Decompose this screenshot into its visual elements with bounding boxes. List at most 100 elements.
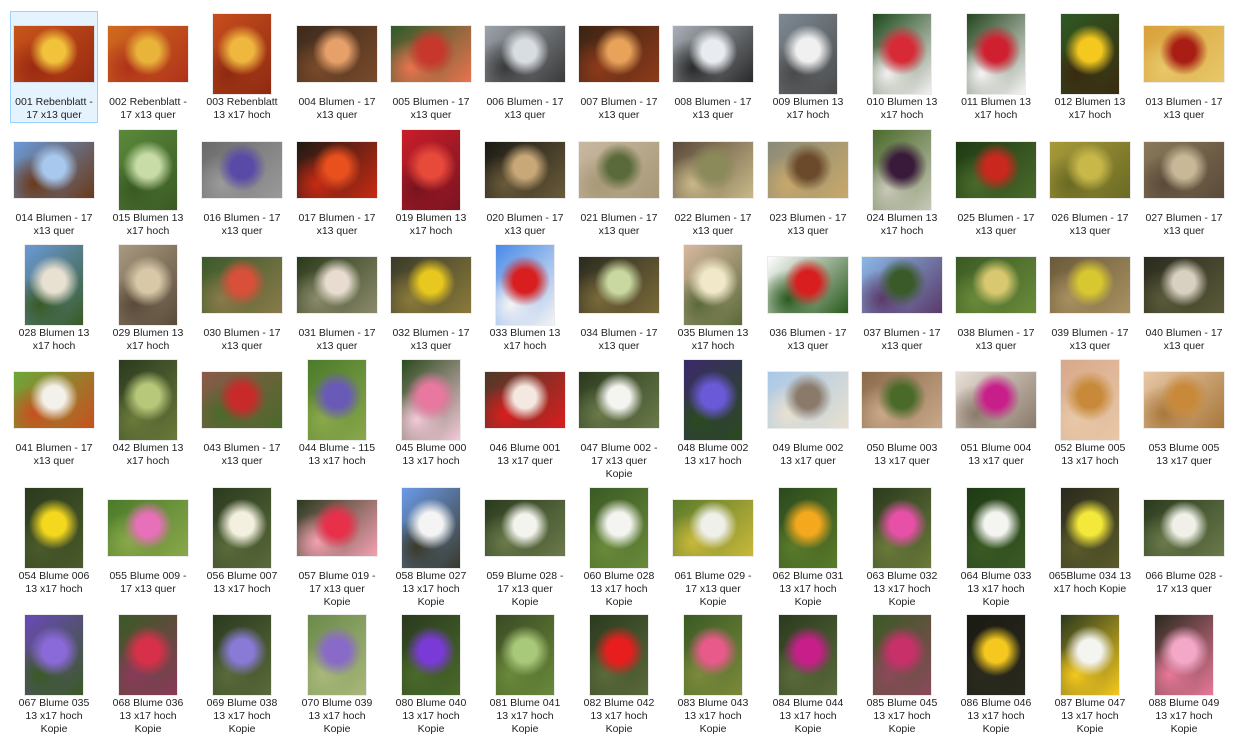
thumbnail-area <box>576 128 662 212</box>
file-item[interactable]: 069 Blume 038 13 x17 hoch Kopie <box>199 613 285 736</box>
file-item[interactable]: 070 Blume 039 13 x17 hoch Kopie <box>294 613 380 736</box>
file-name-label: 045 Blume 000 13 x17 hoch <box>395 442 467 467</box>
file-item[interactable]: 060 Blume 028 13 x17 hoch Kopie <box>576 486 662 609</box>
file-item[interactable]: 017 Blumen - 17 x13 quer <box>294 128 380 238</box>
file-item[interactable]: 042 Blumen 13 x17 hoch <box>105 358 191 468</box>
file-item[interactable]: 032 Blumen - 17 x13 quer <box>388 243 474 353</box>
file-item[interactable]: 087 Blume 047 13 x17 hoch Kopie <box>1047 613 1133 736</box>
file-name-label: 017 Blumen - 17 x13 quer <box>298 212 376 237</box>
file-item[interactable]: 080 Blume 040 13 x17 hoch Kopie <box>388 613 474 736</box>
image-thumbnail <box>297 142 377 198</box>
file-name-label: 019 Blumen 13 x17 hoch <box>395 212 467 237</box>
file-item[interactable]: 052 Blume 005 13 x17 hoch <box>1047 358 1133 468</box>
file-item[interactable]: 058 Blume 027 13 x17 hoch Kopie <box>388 486 474 609</box>
file-item[interactable]: 039 Blumen - 17 x13 quer <box>1047 243 1133 353</box>
file-item[interactable]: 034 Blumen - 17 x13 quer <box>576 243 662 353</box>
file-item[interactable]: 048 Blume 002 13 x17 hoch <box>670 358 756 468</box>
file-item[interactable]: 085 Blume 045 13 x17 hoch Kopie <box>859 613 945 736</box>
file-name-label: 001 Rebenblatt - 17 x13 quer <box>15 96 93 121</box>
file-item[interactable]: 029 Blumen 13 x17 hoch <box>105 243 191 353</box>
file-item[interactable]: 068 Blume 036 13 x17 hoch Kopie <box>105 613 191 736</box>
file-item[interactable]: 067 Blume 035 13 x17 hoch Kopie <box>11 613 97 736</box>
file-item[interactable]: 081 Blume 041 13 x17 hoch Kopie <box>482 613 568 736</box>
file-item[interactable]: 038 Blumen - 17 x13 quer <box>953 243 1039 353</box>
file-item[interactable]: 051 Blume 004 13 x17 quer <box>953 358 1039 468</box>
file-item[interactable]: 066 Blume 028 - 17 x13 quer <box>1141 486 1227 596</box>
file-item[interactable]: 003 Rebenblatt 13 x17 hoch <box>199 12 285 122</box>
file-item[interactable]: 061 Blume 029 - 17 x13 quer Kopie <box>670 486 756 609</box>
thumbnail-area <box>953 12 1039 96</box>
thumbnail-area <box>1141 613 1227 697</box>
file-item[interactable]: 005 Blumen - 17 x13 quer <box>388 12 474 122</box>
file-item[interactable]: 059 Blume 028 - 17 x13 quer Kopie <box>482 486 568 609</box>
file-item[interactable]: 025 Blumen - 17 x13 quer <box>953 128 1039 238</box>
file-item[interactable]: 043 Blumen - 17 x13 quer <box>199 358 285 468</box>
file-item[interactable]: 028 Blumen 13 x17 hoch <box>11 243 97 353</box>
image-thumbnail <box>485 372 565 428</box>
file-item[interactable]: 024 Blumen 13 x17 hoch <box>859 128 945 238</box>
file-item[interactable]: 062 Blume 031 13 x17 hoch Kopie <box>765 486 851 609</box>
file-item[interactable]: 041 Blumen - 17 x13 quer <box>11 358 97 468</box>
file-item[interactable]: 083 Blume 043 13 x17 hoch Kopie <box>670 613 756 736</box>
file-item[interactable]: 004 Blumen - 17 x13 quer <box>294 12 380 122</box>
file-item[interactable]: 015 Blumen 13 x17 hoch <box>105 128 191 238</box>
file-item[interactable]: 035 Blumen 13 x17 hoch <box>670 243 756 353</box>
file-item[interactable]: 033 Blumen 13 x17 hoch <box>482 243 568 353</box>
file-item[interactable]: 063 Blume 032 13 x17 hoch Kopie <box>859 486 945 609</box>
file-item[interactable]: 050 Blume 003 13 x17 quer <box>859 358 945 468</box>
thumbnail-area <box>105 12 191 96</box>
thumbnail-area <box>576 358 662 442</box>
file-item[interactable]: 064 Blume 033 13 x17 hoch Kopie <box>953 486 1039 609</box>
file-item[interactable]: 056 Blume 007 13 x17 hoch <box>199 486 285 596</box>
file-item[interactable]: 013 Blumen - 17 x13 quer <box>1141 12 1227 122</box>
file-item[interactable]: 054 Blume 006 13 x17 hoch <box>11 486 97 596</box>
thumbnail-area <box>765 358 851 442</box>
file-item[interactable]: 026 Blumen - 17 x13 quer <box>1047 128 1133 238</box>
file-item[interactable]: 049 Blume 002 13 x17 quer <box>765 358 851 468</box>
file-item[interactable]: 084 Blume 044 13 x17 hoch Kopie <box>765 613 851 736</box>
thumbnail-area <box>765 12 851 96</box>
image-thumbnail <box>579 26 659 82</box>
file-item[interactable]: 040 Blumen - 17 x13 quer <box>1141 243 1227 353</box>
file-item[interactable]: 022 Blumen - 17 x13 quer <box>670 128 756 238</box>
file-item[interactable]: 065Blume 034 13 x17 hoch Kopie <box>1047 486 1133 596</box>
file-item[interactable]: 014 Blumen - 17 x13 quer <box>11 128 97 238</box>
image-thumbnail <box>297 26 377 82</box>
file-item[interactable]: 001 Rebenblatt - 17 x13 quer <box>10 11 98 123</box>
thumbnail-area <box>11 243 97 327</box>
file-item[interactable]: 008 Blumen - 17 x13 quer <box>670 12 756 122</box>
file-item[interactable]: 011 Blumen 13 x17 hoch <box>953 12 1039 122</box>
file-item[interactable]: 016 Blumen - 17 x13 quer <box>199 128 285 238</box>
file-item[interactable]: 020 Blumen - 17 x13 quer <box>482 128 568 238</box>
file-item[interactable]: 027 Blumen - 17 x13 quer <box>1141 128 1227 238</box>
file-item[interactable]: 031 Blumen - 17 x13 quer <box>294 243 380 353</box>
file-item[interactable]: 044 Blume - 115 13 x17 hoch <box>294 358 380 468</box>
thumbnail-area <box>953 613 1039 697</box>
file-item[interactable]: 002 Rebenblatt - 17 x13 quer <box>105 12 191 122</box>
file-item[interactable]: 012 Blumen 13 x17 hoch <box>1047 12 1133 122</box>
thumbnail-area <box>199 243 285 327</box>
thumbnail-area <box>105 486 191 570</box>
file-item[interactable]: 057 Blume 019 - 17 x13 quer Kopie <box>294 486 380 609</box>
file-item[interactable]: 088 Blume 049 13 x17 hoch Kopie <box>1141 613 1227 736</box>
file-item[interactable]: 037 Blumen - 17 x13 quer <box>859 243 945 353</box>
file-name-label: 068 Blume 036 13 x17 hoch Kopie <box>112 697 184 735</box>
file-item[interactable]: 019 Blumen 13 x17 hoch <box>388 128 474 238</box>
file-item[interactable]: 023 Blumen - 17 x13 quer <box>765 128 851 238</box>
file-item[interactable]: 006 Blumen - 17 x13 quer <box>482 12 568 122</box>
file-item[interactable]: 045 Blume 000 13 x17 hoch <box>388 358 474 468</box>
file-item[interactable]: 021 Blumen - 17 x13 quer <box>576 128 662 238</box>
file-item[interactable]: 055 Blume 009 - 17 x13 quer <box>105 486 191 596</box>
file-item[interactable]: 009 Blumen 13 x17 hoch <box>765 12 851 122</box>
file-item[interactable]: 047 Blume 002 - 17 x13 quer Kopie <box>576 358 662 481</box>
file-item[interactable]: 007 Blumen - 17 x13 quer <box>576 12 662 122</box>
file-item[interactable]: 046 Blume 001 13 x17 quer <box>482 358 568 468</box>
file-item[interactable]: 010 Blumen 13 x17 hoch <box>859 12 945 122</box>
image-thumbnail <box>1061 360 1119 440</box>
file-item[interactable]: 053 Blume 005 13 x17 quer <box>1141 358 1227 468</box>
file-item[interactable]: 036 Blumen - 17 x13 quer <box>765 243 851 353</box>
file-item[interactable]: 030 Blumen - 17 x13 quer <box>199 243 285 353</box>
thumbnail-area <box>199 128 285 212</box>
file-item[interactable]: 086 Blume 046 13 x17 hoch Kopie <box>953 613 1039 736</box>
file-item[interactable]: 082 Blume 042 13 x17 hoch Kopie <box>576 613 662 736</box>
